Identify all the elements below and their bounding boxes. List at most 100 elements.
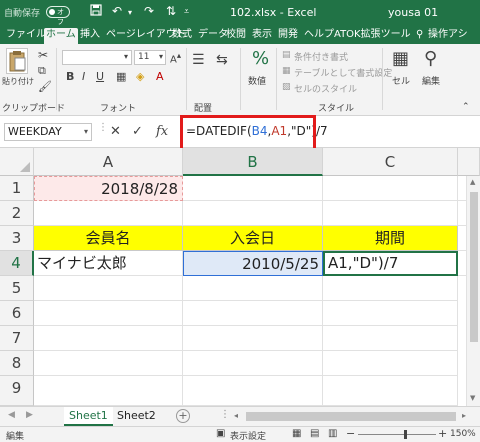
- bold-icon[interactable]: B: [66, 70, 74, 83]
- cell-c7[interactable]: [323, 326, 458, 351]
- cell-b1[interactable]: [183, 176, 323, 201]
- column-header-b[interactable]: B: [183, 148, 323, 176]
- cell-b5[interactable]: [183, 276, 323, 301]
- cells-label[interactable]: セル: [392, 74, 410, 87]
- grow-font-icon[interactable]: A▴: [170, 50, 181, 65]
- cell-a3[interactable]: 会員名: [34, 226, 183, 251]
- sheet-tab-sheet1[interactable]: Sheet1: [64, 407, 113, 426]
- cell-b7[interactable]: [183, 326, 323, 351]
- hscroll-right-icon[interactable]: ▸: [462, 411, 466, 420]
- zoom-out-icon[interactable]: −: [346, 427, 355, 440]
- row-header-8[interactable]: 8: [0, 351, 34, 376]
- cell-c6[interactable]: [323, 301, 458, 326]
- undo-icon[interactable]: ↶: [112, 4, 122, 18]
- zoom-in-icon[interactable]: +: [438, 427, 447, 440]
- user-name[interactable]: yousa 01: [388, 6, 438, 19]
- find-icon[interactable]: ⚲: [424, 48, 437, 69]
- spreadsheet-grid[interactable]: A B C 1 2 3 4 5 6 7 8 9 2018/8/28 会員名 入会…: [0, 148, 480, 406]
- collapse-ribbon-icon[interactable]: ⌃: [462, 102, 470, 112]
- tab-help[interactable]: ヘルプ: [302, 28, 336, 44]
- font-size-box[interactable]: 11 ▾: [134, 50, 166, 65]
- cell-a7[interactable]: [34, 326, 183, 351]
- normal-view-icon[interactable]: ▦: [292, 428, 301, 439]
- cell-a4[interactable]: マイナビ太郎: [34, 251, 183, 276]
- cell-b4[interactable]: 2010/5/25: [183, 251, 323, 276]
- zoom-slider-thumb[interactable]: [404, 430, 407, 439]
- page-layout-view-icon[interactable]: ▤: [310, 428, 319, 439]
- conditional-format-label[interactable]: 条件付き書式: [294, 50, 348, 63]
- percent-icon[interactable]: %: [252, 48, 269, 69]
- row-header-4[interactable]: 4: [0, 251, 34, 276]
- cell-a6[interactable]: [34, 301, 183, 326]
- row-header-3[interactable]: 3: [0, 226, 34, 251]
- search-icon[interactable]: ⚲: [414, 28, 425, 44]
- paste-icon[interactable]: [6, 48, 28, 74]
- cell-styles-icon[interactable]: ▧: [282, 82, 291, 92]
- sort-icon[interactable]: ⇅: [166, 4, 176, 18]
- cell-c9[interactable]: [323, 376, 458, 406]
- cell-b8[interactable]: [183, 351, 323, 376]
- row-header-7[interactable]: 7: [0, 326, 34, 351]
- redo-icon[interactable]: ↷: [144, 4, 154, 18]
- cell-b3[interactable]: 入会日: [183, 226, 323, 251]
- number-label[interactable]: 数値: [248, 74, 266, 87]
- cell-c1[interactable]: [323, 176, 458, 201]
- page-break-view-icon[interactable]: ▥: [328, 428, 337, 439]
- cell-b6[interactable]: [183, 301, 323, 326]
- cell-a9[interactable]: [34, 376, 183, 406]
- cell-a1[interactable]: 2018/8/28: [34, 176, 183, 201]
- cell-styles-label[interactable]: セルのスタイル: [294, 82, 357, 95]
- underline-icon[interactable]: U: [96, 70, 104, 83]
- cell-b9[interactable]: [183, 376, 323, 406]
- format-painter-icon[interactable]: 🖌: [38, 80, 52, 93]
- select-all-corner[interactable]: [0, 148, 34, 176]
- next-sheet-icon[interactable]: ▶: [26, 410, 33, 420]
- horizontal-scrollbar-thumb[interactable]: [246, 412, 456, 421]
- prev-sheet-icon[interactable]: ◀: [8, 410, 15, 420]
- font-color-icon[interactable]: A: [156, 70, 164, 83]
- font-name-box[interactable]: ▾: [62, 50, 132, 65]
- alignment-icon[interactable]: ☰: [192, 52, 205, 68]
- zoom-slider[interactable]: [358, 434, 436, 435]
- vertical-scrollbar[interactable]: ▲ ▼: [466, 176, 480, 406]
- display-settings-label[interactable]: 表示設定: [230, 429, 266, 442]
- italic-icon[interactable]: I: [82, 70, 85, 83]
- cell-c2[interactable]: [323, 201, 458, 226]
- cell-c5[interactable]: [323, 276, 458, 301]
- autosave-toggle[interactable]: オフ: [46, 6, 70, 26]
- add-sheet-icon[interactable]: +: [176, 409, 190, 423]
- wrap-icon[interactable]: ⇆: [216, 52, 228, 68]
- tab-developer[interactable]: 開発: [276, 28, 300, 44]
- fill-color-icon[interactable]: ◈: [136, 70, 144, 83]
- edit-label[interactable]: 編集: [422, 74, 440, 87]
- insert-function-icon[interactable]: fx: [156, 124, 168, 139]
- customize-toolbar-icon[interactable]: ⩡: [184, 7, 189, 17]
- tab-view[interactable]: 表示: [250, 28, 274, 44]
- scrollbar-thumb[interactable]: [470, 192, 478, 342]
- scroll-down-icon[interactable]: ▼: [470, 394, 475, 402]
- paste-label[interactable]: 貼り付け: [2, 76, 34, 87]
- display-settings-icon[interactable]: ▣: [216, 428, 225, 439]
- undo-dropdown-icon[interactable]: ▾: [128, 8, 132, 17]
- tab-home[interactable]: ホーム: [44, 28, 78, 44]
- row-header-6[interactable]: 6: [0, 301, 34, 326]
- cut-icon[interactable]: ✂: [38, 48, 48, 62]
- hscroll-left-icon[interactable]: ◂: [234, 411, 238, 420]
- cancel-icon[interactable]: ✕: [110, 124, 121, 139]
- enter-icon[interactable]: ✓: [132, 124, 143, 139]
- cell-c4-active[interactable]: A1,"D")/7: [323, 251, 458, 276]
- tab-insert[interactable]: 挿入: [78, 28, 102, 44]
- column-header-a[interactable]: A: [34, 148, 183, 176]
- row-header-1[interactable]: 1: [0, 176, 34, 201]
- cell-c3[interactable]: 期間: [323, 226, 458, 251]
- column-header-c[interactable]: C: [323, 148, 458, 176]
- cell-a2[interactable]: [34, 201, 183, 226]
- cell-a5[interactable]: [34, 276, 183, 301]
- cell-b2[interactable]: [183, 201, 323, 226]
- conditional-format-icon[interactable]: ▤: [282, 50, 291, 60]
- search-hint[interactable]: 操作アシ: [426, 28, 470, 44]
- sheet-options-icon[interactable]: ⋮: [220, 409, 230, 420]
- column-header-next[interactable]: [458, 148, 480, 176]
- sheet-tab-sheet2[interactable]: Sheet2: [112, 407, 161, 426]
- tab-file[interactable]: ファイル: [4, 28, 48, 44]
